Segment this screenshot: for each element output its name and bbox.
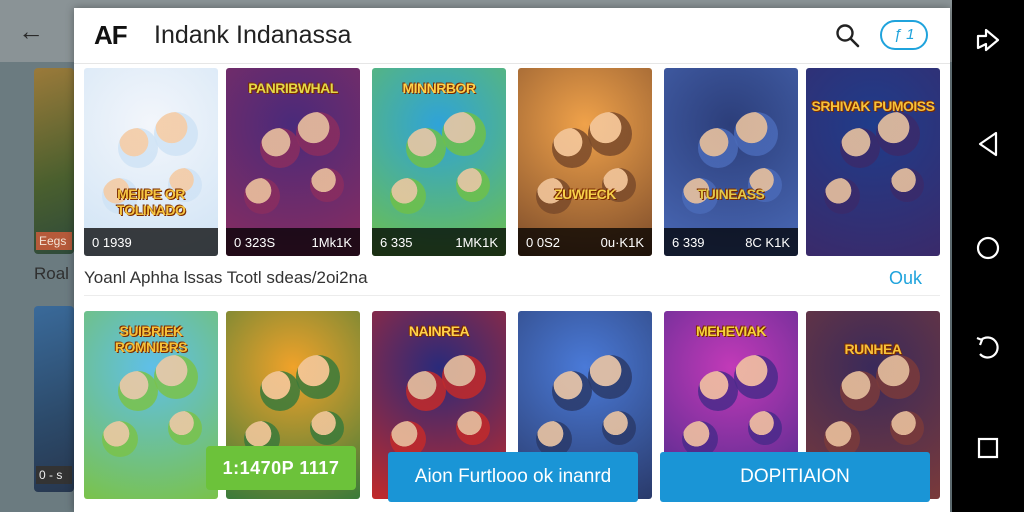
back-arrow-icon[interactable]: ←: [18, 18, 44, 44]
character-figure: [456, 411, 490, 445]
section-label: Yoanl Aphha lssas Tcotl sdeas/2oi2na: [84, 268, 368, 287]
dialog-header: AF Indank Indanassa ƒ 1: [74, 8, 950, 64]
character-figure: [310, 168, 344, 202]
character-figure: [118, 128, 158, 168]
character-figure: [734, 112, 778, 156]
character-figure: [260, 128, 300, 168]
header-action-button[interactable]: ƒ 1: [880, 20, 928, 50]
game-card[interactable]: SUIBRIEK ROMNIBRS: [84, 311, 218, 499]
game-title: MEHEVIAK: [696, 323, 766, 339]
game-card[interactable]: SRHIVAK PUMOISS: [806, 68, 940, 256]
character-figure: [406, 371, 446, 411]
rotate-icon[interactable]: [968, 328, 1008, 368]
game-card[interactable]: ZUWIECK 0 0S2 0u·K1K: [518, 68, 652, 256]
game-title: TUINEASS: [697, 186, 765, 202]
section-row: Yoanl Aphha lssas Tcotl sdeas/2oi2na Ouk: [84, 266, 940, 296]
game-title: MINNRBOR: [402, 80, 477, 96]
character-figure: [840, 371, 880, 411]
character-figure: [296, 355, 340, 399]
character-figure: [876, 355, 920, 399]
character-figure: [734, 355, 778, 399]
game-stats-bar: 0 0S2 0u·K1K: [518, 228, 652, 256]
character-figure: [154, 112, 198, 156]
game-stats-bar: 0 1939: [84, 228, 218, 256]
character-figure: [390, 178, 426, 214]
game-players-count: 0 0S2: [526, 235, 560, 250]
game-rating: 1MK1K: [455, 235, 498, 250]
game-rating: 1Mk1K: [311, 235, 352, 250]
character-figure: [244, 178, 280, 214]
character-figure: [552, 128, 592, 168]
game-row-1: MEIIPE OR TOLINADO 0 1939 PANRIBWHAL 0 323S…: [84, 68, 940, 258]
recents-square-icon[interactable]: [968, 428, 1008, 468]
character-figure: [296, 112, 340, 156]
game-players-count: 0 1939: [92, 235, 132, 250]
game-title: RUNHEA: [844, 341, 902, 357]
background-card: [34, 68, 74, 254]
character-figure: [890, 411, 924, 445]
search-icon[interactable]: [834, 22, 862, 50]
game-title: SRHIVAK PUMOISS: [811, 98, 935, 114]
share-icon[interactable]: [968, 18, 1008, 58]
back-triangle-icon[interactable]: [968, 124, 1008, 164]
game-card[interactable]: MINNRBOR 6 335 1MK1K: [372, 68, 506, 256]
game-title: PANRIBWHAL: [248, 80, 338, 96]
character-figure: [406, 128, 446, 168]
character-figure: [698, 371, 738, 411]
promo-badge[interactable]: 1:1470P 1117: [206, 446, 356, 490]
primary-action-button[interactable]: DOPITIAION: [660, 452, 930, 502]
game-picker-dialog: AF Indank Indanassa ƒ 1 MEIIPE OR TOLINA…: [74, 8, 950, 512]
character-figure: [442, 355, 486, 399]
character-figure: [588, 355, 632, 399]
background-badge: Eegs: [36, 232, 72, 250]
game-rating: 8C K1K: [745, 235, 790, 250]
app-logo: AF: [94, 20, 128, 50]
game-rating: 0u·K1K: [600, 235, 644, 250]
game-players-count: 0 323S: [234, 235, 276, 250]
dialog-title: Indank Indanassa: [154, 21, 352, 49]
secondary-action-button[interactable]: Aion Furtlooo ok inanrd: [388, 452, 638, 502]
game-title: NAINREA: [408, 323, 470, 339]
character-figure: [552, 371, 592, 411]
game-card[interactable]: TUINEASS 6 339 8C K1K: [664, 68, 798, 256]
character-figure: [876, 112, 920, 156]
character-figure: [456, 168, 490, 202]
character-figure: [890, 168, 924, 202]
game-card[interactable]: MEIIPE OR TOLINADO 0 1939: [84, 68, 218, 256]
background-badge: 0 - s: [36, 466, 72, 484]
game-players-count: 6 339: [672, 235, 705, 250]
home-circle-icon[interactable]: [968, 228, 1008, 268]
character-figure: [154, 355, 198, 399]
game-title: SUIBRIEK ROMNIBRS: [114, 323, 188, 355]
character-figure: [102, 421, 138, 457]
character-figure: [748, 411, 782, 445]
character-figure: [168, 411, 202, 445]
game-title: ZUWIECK: [554, 186, 616, 202]
game-stats-bar: 6 339 8C K1K: [664, 228, 798, 256]
game-stats-bar: 0 323S 1Mk1K: [226, 228, 360, 256]
game-players-count: 6 335: [380, 235, 413, 250]
game-title: MEIIPE OR TOLINADO: [116, 186, 186, 218]
character-figure: [824, 178, 860, 214]
device-screen: ← Eegs Roal 0 - s AF Indank Indanassa ƒ …: [0, 0, 952, 512]
game-stats-bar: 6 335 1MK1K: [372, 228, 506, 256]
character-figure: [310, 411, 344, 445]
character-figure: [698, 128, 738, 168]
game-card[interactable]: PANRIBWHAL 0 323S 1Mk1K: [226, 68, 360, 256]
background-label: Roal: [34, 264, 69, 283]
character-figure: [588, 112, 632, 156]
character-figure: [602, 411, 636, 445]
section-link[interactable]: Ouk: [889, 268, 922, 289]
android-nav-bar: [952, 0, 1024, 512]
character-figure: [118, 371, 158, 411]
background-card: [34, 306, 74, 492]
character-figure: [260, 371, 300, 411]
character-figure: [840, 128, 880, 168]
character-figure: [442, 112, 486, 156]
